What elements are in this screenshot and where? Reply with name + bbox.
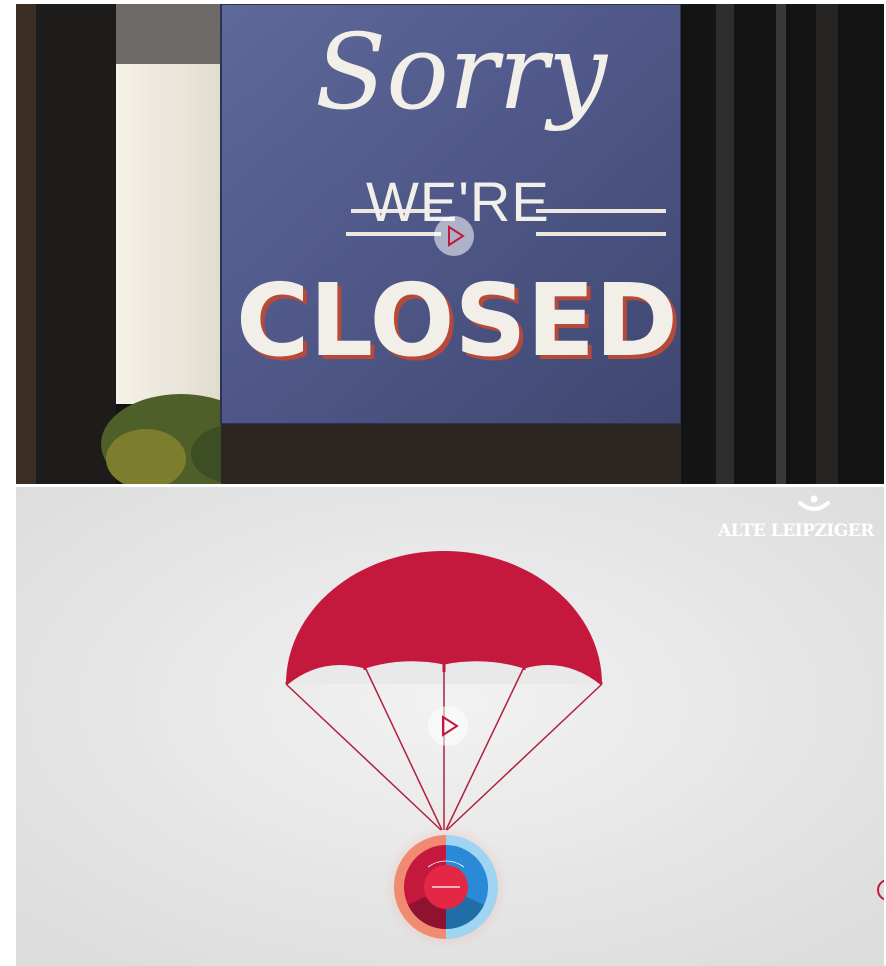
alte-leipziger-logo-icon bbox=[798, 495, 830, 511]
play-button[interactable] bbox=[428, 706, 468, 746]
play-icon bbox=[448, 225, 465, 247]
play-icon bbox=[442, 715, 459, 737]
sign-sorry: Sorry bbox=[314, 11, 608, 133]
video-thumbnail-closed-sign[interactable]: Sorry WE'RE CLOSED bbox=[16, 4, 884, 484]
sign-closed: CLOSED bbox=[236, 262, 678, 379]
brand-logo: ALTE LEIPZIGER bbox=[716, 491, 884, 547]
video-thumbnail-parachute[interactable]: ALTE LEIPZIGER bbox=[16, 487, 884, 966]
play-button[interactable] bbox=[434, 216, 474, 256]
brand-name: ALTE LEIPZIGER bbox=[718, 521, 874, 541]
